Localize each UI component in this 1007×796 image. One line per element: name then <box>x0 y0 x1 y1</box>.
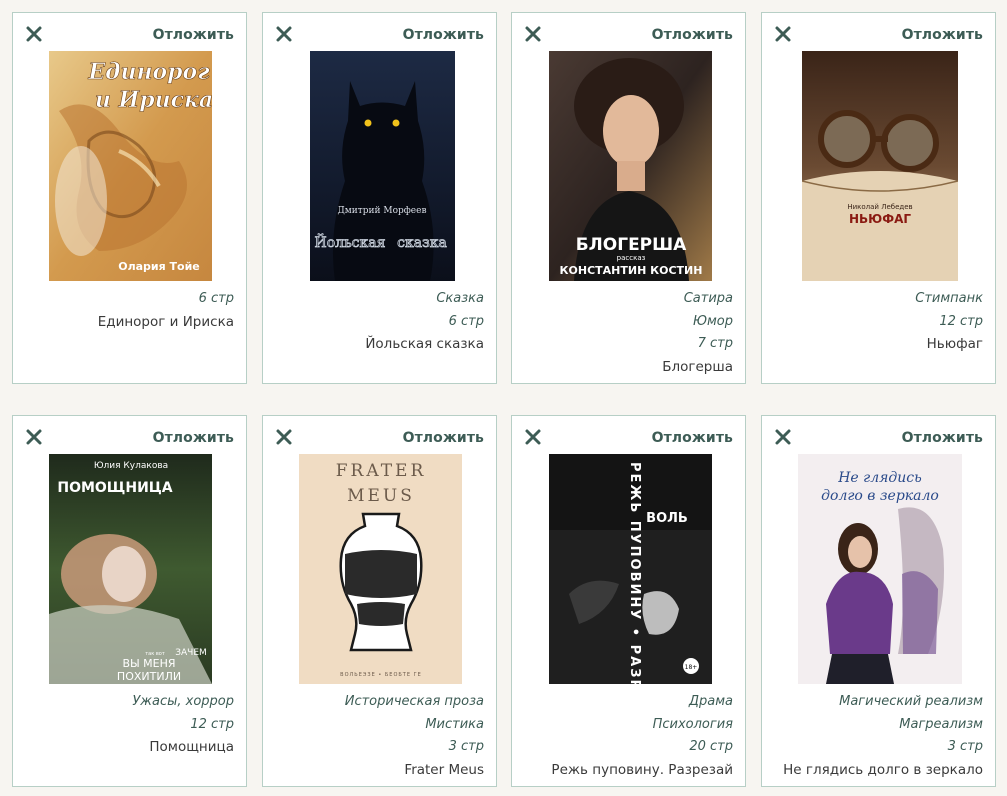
book-meta: Историческая проза Мистика 3 стр Frater … <box>271 691 484 781</box>
page-count: 7 стр <box>697 336 733 351</box>
book-card: Отложить Дмитрий Морфеев Йольская сказка… <box>262 12 497 384</box>
cover-title: FRATER <box>336 461 427 481</box>
close-icon[interactable] <box>774 428 792 446</box>
book-meta: 6 стр Единорог и Ириска <box>21 288 234 333</box>
cover-title: MEUS <box>347 486 415 506</box>
cover-author: Олария Тойе <box>118 260 200 273</box>
page-count: 6 стр <box>198 291 234 306</box>
genre-link[interactable]: Психология <box>520 714 733 737</box>
close-icon[interactable] <box>275 428 293 446</box>
book-cover[interactable]: Не глядись долго в зеркало <box>798 454 962 684</box>
cover-title: долго в зеркало <box>821 488 939 504</box>
postpone-button[interactable]: Отложить <box>902 430 983 446</box>
cover-title: сказка <box>397 235 447 251</box>
book-meta: Стимпанк 12 стр Ньюфаг <box>770 288 983 356</box>
book-title[interactable]: Йольская сказка <box>271 333 484 356</box>
close-icon[interactable] <box>524 25 542 43</box>
page-count: 12 стр <box>939 313 983 329</box>
book-meta: Сказка 6 стр Йольская сказка <box>271 288 484 356</box>
page-count: 6 стр <box>448 313 484 329</box>
book-meta: Магический реализм Магреализм 3 стр Не г… <box>770 691 983 781</box>
cover-author: Дмитрий Морфеев <box>337 206 426 216</box>
postpone-button[interactable]: Отложить <box>153 27 234 43</box>
cover-author: ВОЛЬЕЭЗЕ • БЕОБТЕ ГЕ <box>340 672 422 678</box>
genre-link[interactable]: Историческая проза <box>271 691 484 714</box>
postpone-button[interactable]: Отложить <box>652 27 733 43</box>
cover-title: и Ириска <box>95 87 212 113</box>
close-icon[interactable] <box>774 25 792 43</box>
close-icon[interactable] <box>25 428 43 446</box>
book-title[interactable]: Не глядись долго в зеркало <box>770 759 983 782</box>
book-card: Отложить Юлия Кулакова ПОМОЩНИЦА так вот… <box>12 415 247 787</box>
book-meta: Ужасы, хоррор 12 стр Помощница <box>21 691 234 759</box>
book-title[interactable]: Frater Meus <box>271 759 484 782</box>
postpone-button[interactable]: Отложить <box>652 430 733 446</box>
cover-subtitle: рассказ <box>617 254 646 262</box>
close-icon[interactable] <box>524 428 542 446</box>
book-card: Отложить БЛОГЕРША рассказ КОНСТАНТИН КОС… <box>511 12 746 384</box>
cover-tagline: ВЫ МЕНЯ <box>122 657 175 670</box>
book-card: Отложить РЕЖЬ ПУПОВИНУ • РАЗРЕЗАЙ ВОЛЬ 1… <box>511 415 746 787</box>
genre-link[interactable]: Сказка <box>271 288 484 311</box>
book-card: Отложить Не глядись долго в зеркало Маги… <box>761 415 996 787</box>
cover-tagline: ПОХИТИЛИ <box>117 670 181 683</box>
close-icon[interactable] <box>275 25 293 43</box>
genre-link[interactable]: Магический реализм <box>770 691 983 714</box>
genre-link[interactable]: Стимпанк <box>770 288 983 311</box>
book-cover[interactable]: Юлия Кулакова ПОМОЩНИЦА так вот ЗАЧЕМ ВЫ… <box>49 454 212 684</box>
cover-tagline: ЗАЧЕМ <box>175 648 207 658</box>
book-title[interactable]: Ньюфаг <box>770 333 983 356</box>
book-meta: Сатира Юмор 7 стр Блогерша <box>520 288 733 378</box>
cover-author: Николай Лебедев <box>847 203 912 211</box>
genre-link[interactable]: Ужасы, хоррор <box>21 691 234 714</box>
page-count: 20 стр <box>689 739 733 754</box>
page-count: 3 стр <box>947 739 983 754</box>
book-cover[interactable]: Единорог и Ириска Олария Тойе <box>49 51 212 281</box>
book-meta: Драма Психология 20 стр Режь пуповину. Р… <box>520 691 733 781</box>
cover-title: ПОМОЩНИЦА <box>57 480 172 496</box>
book-cover[interactable]: Дмитрий Морфеев Йольская сказка <box>310 51 455 281</box>
book-cover[interactable]: РЕЖЬ ПУПОВИНУ • РАЗРЕЗАЙ ВОЛЬ 18+ <box>549 454 712 684</box>
book-card: Отложить Единорог и Ириска Олария Тойе 6… <box>12 12 247 384</box>
book-cover[interactable]: FRATER MEUS ВОЛЬЕЭЗЕ • БЕОБТЕ ГЕ <box>299 454 462 684</box>
book-title[interactable]: Единорог и Ириска <box>21 311 234 334</box>
age-rating: 18+ <box>685 664 698 671</box>
postpone-button[interactable]: Отложить <box>902 27 983 43</box>
cover-author: КОНСТАНТИН КОСТИН <box>560 264 703 277</box>
genre-link[interactable]: Мистика <box>271 714 484 737</box>
genre-link[interactable]: Магреализм <box>770 714 983 737</box>
book-card: Отложить Николай Лебедев НЬЮФАГ Стимпанк… <box>761 12 996 384</box>
cover-title: БЛОГЕРША <box>576 235 687 255</box>
book-card: Отложить FRATER MEUS ВОЛЬЕЭЗЕ • БЕОБТЕ Г… <box>262 415 497 787</box>
cover-title: Единорог <box>87 59 210 85</box>
cover-title: РЕЖЬ ПУПОВИНУ • РАЗРЕЗАЙ <box>627 462 643 684</box>
genre-link[interactable]: Драма <box>520 691 733 714</box>
genre-link[interactable]: Сатира <box>520 288 733 311</box>
book-title[interactable]: Помощница <box>21 736 234 759</box>
cover-title: Йольская <box>315 232 386 251</box>
close-icon[interactable] <box>25 25 43 43</box>
cover-author: ВОЛЬ <box>646 511 688 526</box>
page-count: 3 стр <box>448 739 484 754</box>
page-count: 12 стр <box>190 716 234 732</box>
postpone-button[interactable]: Отложить <box>153 430 234 446</box>
postpone-button[interactable]: Отложить <box>403 27 484 43</box>
book-title[interactable]: Блогерша <box>520 356 733 379</box>
book-title[interactable]: Режь пуповину. Разрезай <box>520 759 733 782</box>
cover-title: Не глядись <box>837 470 922 486</box>
genre-link[interactable]: Юмор <box>520 311 733 334</box>
book-cover[interactable]: Николай Лебедев НЬЮФАГ <box>802 51 958 281</box>
cover-title: НЬЮФАГ <box>849 212 911 226</box>
book-cover[interactable]: БЛОГЕРША рассказ КОНСТАНТИН КОСТИН <box>549 51 712 281</box>
postpone-button[interactable]: Отложить <box>403 430 484 446</box>
cover-author: Юлия Кулакова <box>94 461 168 471</box>
